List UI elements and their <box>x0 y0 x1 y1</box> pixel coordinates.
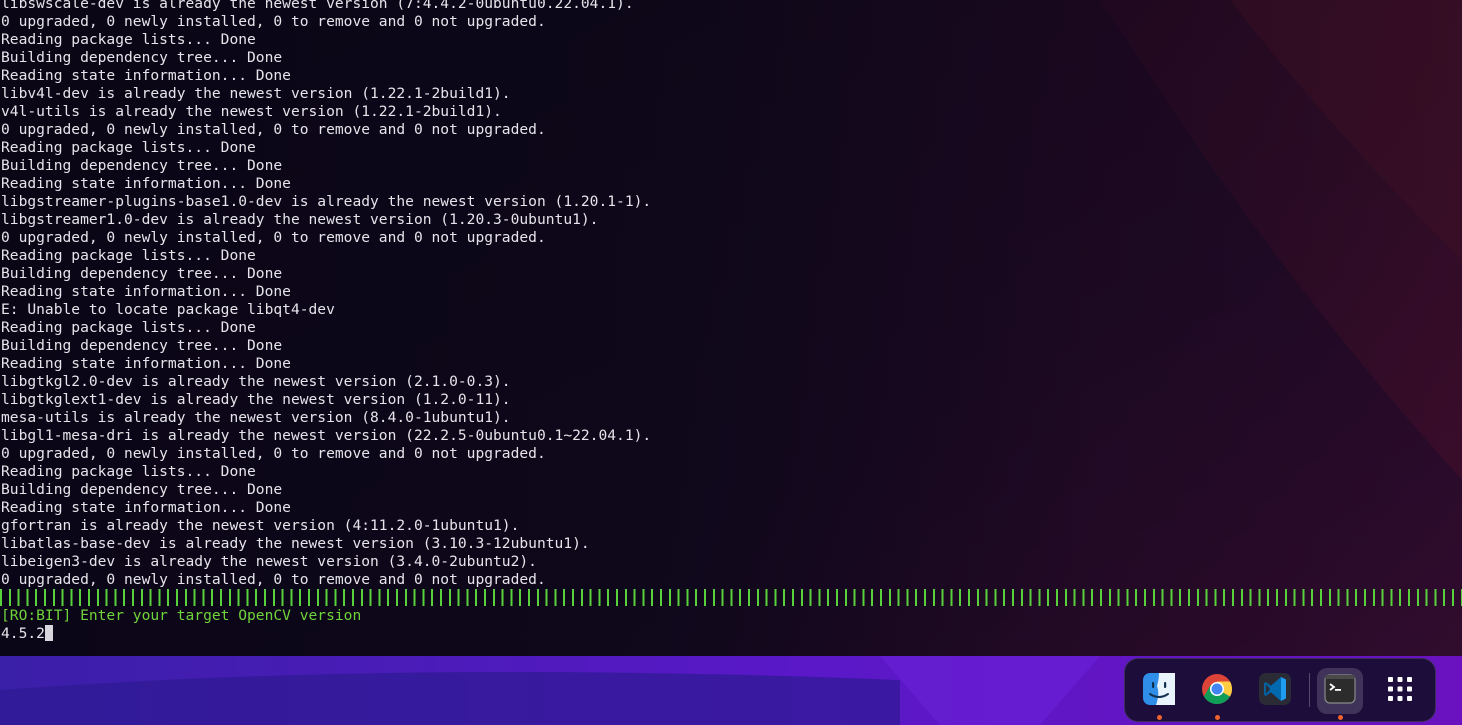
terminal-line: mesa-utils is already the newest version… <box>1 409 511 426</box>
terminal-line: 0 upgraded, 0 newly installed, 0 to remo… <box>1 229 546 246</box>
terminal-line: libgstreamer1.0-dev is already the newes… <box>1 211 599 228</box>
terminal-line: 0 upgraded, 0 newly installed, 0 to remo… <box>1 121 546 138</box>
terminal-line: Reading state information... Done <box>1 499 291 516</box>
dock-item-vscode[interactable] <box>1252 668 1298 714</box>
terminal-line: libgtkgl2.0-dev is already the newest ve… <box>1 373 511 390</box>
running-indicator <box>1156 715 1162 720</box>
terminal-line: libgstreamer-plugins-base1.0-dev is alre… <box>1 193 652 210</box>
terminal-line: libeigen3-dev is already the newest vers… <box>1 553 537 570</box>
finder-face-icon <box>1142 672 1176 710</box>
terminal-line: Reading package lists... Done <box>1 247 256 264</box>
terminal-line: Building dependency tree... Done <box>1 337 283 354</box>
chrome-icon <box>1201 673 1233 709</box>
terminal-line: Reading state information... Done <box>1 283 291 300</box>
dock-separator <box>1309 673 1310 707</box>
terminal-line: Building dependency tree... Done <box>1 481 283 498</box>
dock-item-show-applications[interactable] <box>1377 668 1423 714</box>
terminal-line: libgtkglext1-dev is already the newest v… <box>1 391 511 408</box>
vscode-icon <box>1258 672 1292 710</box>
dock <box>1124 658 1436 722</box>
terminal-line: Reading package lists... Done <box>1 319 256 336</box>
terminal-line: 0 upgraded, 0 newly installed, 0 to remo… <box>1 445 546 462</box>
app-grid-icon <box>1387 676 1413 706</box>
terminal-line: E: Unable to locate package libqt4-dev <box>1 301 335 318</box>
terminal-line: libgl1-mesa-dri is already the newest ve… <box>1 427 652 444</box>
terminal-input-value[interactable]: 4.5.2 <box>1 625 45 642</box>
terminal-window[interactable]: libswscale-dev is already the newest ver… <box>0 0 1462 656</box>
terminal-icon <box>1324 673 1356 709</box>
terminal-line: Reading state information... Done <box>1 355 291 372</box>
terminal-line: Building dependency tree... Done <box>1 265 283 282</box>
terminal-line: v4l-utils is already the newest version … <box>1 103 502 120</box>
terminal-line: libv4l-dev is already the newest version… <box>1 85 511 102</box>
running-indicator <box>1214 715 1220 720</box>
terminal-line: Reading package lists... Done <box>1 31 256 48</box>
terminal-line: 0 upgraded, 0 newly installed, 0 to remo… <box>1 13 546 30</box>
terminal-line: Reading state information... Done <box>1 175 291 192</box>
terminal-line: gfortran is already the newest version (… <box>1 517 520 534</box>
terminal-line: Reading package lists... Done <box>1 463 256 480</box>
dock-item-terminal[interactable] <box>1317 668 1363 720</box>
text-cursor <box>44 625 53 641</box>
terminal-line: Reading package lists... Done <box>1 139 256 156</box>
progress-bar <box>0 589 1462 606</box>
terminal-line: Building dependency tree... Done <box>1 157 283 174</box>
terminal-line: libswscale-dev is already the newest ver… <box>1 0 634 12</box>
terminal-line: Reading state information... Done <box>1 67 291 84</box>
running-indicator <box>1337 715 1343 720</box>
terminal-line: 0 upgraded, 0 newly installed, 0 to remo… <box>1 571 546 588</box>
terminal-output: libswscale-dev is already the newest ver… <box>1 0 651 589</box>
dock-item-chrome[interactable] <box>1194 668 1240 720</box>
terminal-line: libatlas-base-dev is already the newest … <box>1 535 590 552</box>
terminal-input-line[interactable]: 4.5.2 <box>1 625 53 643</box>
dock-item-finder[interactable] <box>1136 668 1182 720</box>
terminal-prompt: [RO:BIT] Enter your target OpenCV versio… <box>1 607 362 624</box>
terminal-line: Building dependency tree... Done <box>1 49 283 66</box>
